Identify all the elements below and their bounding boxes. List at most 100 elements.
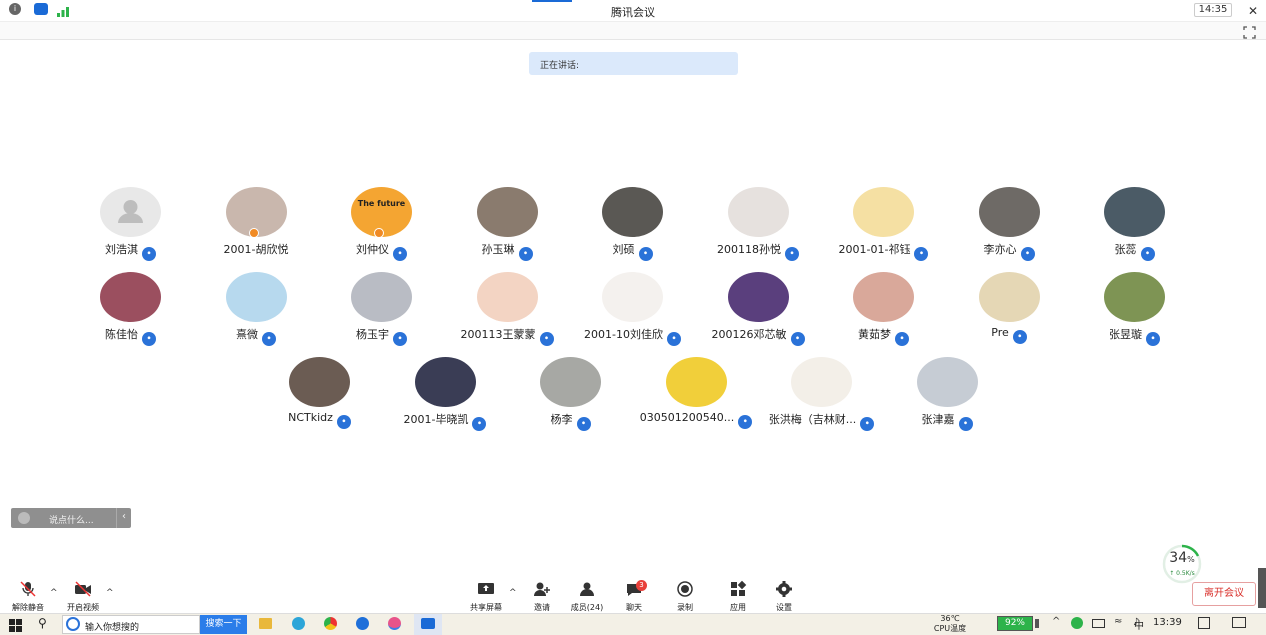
settings-button[interactable]: 设置	[767, 580, 801, 612]
mic-muted-icon: ⚫	[785, 247, 799, 261]
chevron-up-icon[interactable]: ^	[50, 588, 58, 598]
host-badge-icon	[374, 228, 384, 238]
shield-icon[interactable]	[34, 3, 48, 15]
participant-avatar	[476, 272, 538, 322]
participant-tile[interactable]: 200126邓芯敏 ⚫	[698, 272, 818, 352]
participant-avatar	[727, 272, 789, 322]
mic-muted-icon: ⚫	[539, 332, 554, 346]
participant-tile[interactable]: 刘硕 ⚫	[572, 187, 692, 267]
participant-tile[interactable]: 2001-10刘佳欣 ⚫	[572, 272, 692, 352]
mic-muted-icon: ⚫	[393, 247, 407, 261]
participant-tile[interactable]: 刘浩淇 ⚫	[70, 187, 190, 267]
search-submit-button[interactable]: 搜索一下	[200, 615, 247, 634]
participant-avatar	[414, 357, 476, 407]
participant-name: 200126邓芯敏 ⚫	[698, 326, 819, 346]
participant-avatar	[853, 187, 914, 237]
participant-avatar	[602, 272, 663, 322]
mic-muted-icon: ⚫	[1140, 247, 1155, 261]
participant-avatar	[853, 272, 914, 322]
chevron-up-icon[interactable]: ^	[106, 588, 114, 598]
participant-name: 刘仲仪 ⚫	[321, 241, 442, 261]
participant-tile[interactable]: 熹微 ⚫	[196, 272, 316, 352]
participant-tile[interactable]: 030501200540... ⚫	[636, 357, 756, 437]
participant-tile[interactable]: 张洪梅（吉林财... ⚫	[761, 357, 881, 437]
leave-meeting-button[interactable]: 离开会议	[1192, 582, 1256, 606]
edge-icon[interactable]	[292, 617, 305, 630]
notes-icon[interactable]	[1198, 617, 1210, 629]
folder-icon[interactable]	[259, 618, 272, 629]
participant-tile[interactable]: 刘仲仪 ⚫ The future	[321, 187, 441, 267]
chevron-left-icon[interactable]: ‹	[122, 511, 126, 522]
participant-tile[interactable]: 黄茹梦 ⚫	[823, 272, 943, 352]
participant-tile[interactable]: 张津嘉 ⚫	[887, 357, 1007, 437]
record-button[interactable]: 录制	[668, 580, 702, 612]
wifi-icon[interactable]: ≈	[1114, 616, 1122, 627]
search-icon[interactable]: ⚲	[38, 616, 47, 630]
participant-avatar	[225, 272, 287, 322]
participant-tile[interactable]: NCTkidz ⚫	[259, 357, 379, 437]
participant-tile[interactable]: 2001-胡欣悦	[196, 187, 316, 267]
chevron-up-icon[interactable]: ^	[1052, 616, 1060, 627]
participant-tile[interactable]: 陈佳怡 ⚫	[70, 272, 190, 352]
mic-muted-icon: ⚫	[142, 247, 156, 261]
invite-label: 邀请	[534, 603, 550, 612]
app-icon[interactable]	[388, 617, 401, 630]
mic-muted-icon: ⚫	[790, 332, 805, 346]
taskbar-search-box[interactable]: 输入你想搜的	[62, 615, 200, 634]
participant-tile[interactable]: 李亦心 ⚫	[949, 187, 1069, 267]
participant-tile[interactable]: 孙玉琳 ⚫	[447, 187, 567, 267]
participant-avatar	[602, 187, 663, 237]
participant-tile[interactable]: 杨李 ⚫	[510, 357, 630, 437]
chat-divider	[116, 508, 117, 528]
chat-label: 聊天	[626, 603, 642, 612]
shield-tray-icon[interactable]	[1071, 617, 1083, 629]
chat-quick-input[interactable]: 说点什么... ‹	[11, 508, 131, 528]
browser-icon[interactable]	[356, 617, 369, 630]
info-icon[interactable]: i	[9, 3, 21, 15]
participant-name: 熹微 ⚫	[196, 326, 317, 346]
participant-name: 200113王蒙蒙 ⚫	[447, 326, 568, 346]
video-button[interactable]: 开启视频	[63, 580, 103, 612]
mic-muted-icon: ⚫	[958, 417, 973, 431]
notification-icon[interactable]	[1232, 617, 1246, 628]
mic-muted-icon: ⚫	[393, 332, 407, 346]
participant-tile[interactable]: 张昱璇 ⚫	[1074, 272, 1194, 352]
network-percent: 34%	[1169, 550, 1195, 566]
meeting-clock: 14:35	[1194, 3, 1232, 17]
close-icon[interactable]: ✕	[1242, 2, 1264, 20]
chrome-icon[interactable]	[324, 617, 337, 630]
gear-icon	[767, 580, 801, 602]
participant-tile[interactable]: 2001-毕晓凯 ⚫	[385, 357, 505, 437]
participant-avatar	[791, 357, 852, 407]
battery-tray-icon[interactable]	[1092, 619, 1105, 628]
unmute-button[interactable]: 解除静音	[8, 580, 48, 612]
participant-tile[interactable]: 200118孙悦 ⚫	[698, 187, 818, 267]
participant-tile[interactable]: 2001-01-祁钰 ⚫	[823, 187, 943, 267]
fullscreen-icon[interactable]	[1243, 24, 1256, 39]
chevron-up-icon[interactable]: ^	[509, 588, 517, 598]
share-screen-button[interactable]: 共享屏幕	[466, 580, 506, 612]
participant-tile[interactable]: 张蕊 ⚫	[1074, 187, 1194, 267]
tencent-meeting-taskbar-button[interactable]	[414, 614, 442, 635]
participant-tile[interactable]: 杨玉宇 ⚫	[321, 272, 441, 352]
ime-indicator[interactable]: 中	[1134, 617, 1144, 632]
invite-button[interactable]: 邀请	[525, 580, 559, 612]
signal-icon[interactable]	[56, 3, 70, 17]
side-scrollbar[interactable]	[1258, 568, 1266, 608]
participant-tile[interactable]: Pre ⚫	[949, 272, 1069, 352]
mic-muted-icon: ⚫	[1146, 332, 1160, 346]
chat-placeholder: 说点什么...	[49, 516, 94, 526]
settings-label: 设置	[776, 603, 792, 612]
mic-muted-icon: ⚫	[738, 415, 753, 429]
mic-muted-icon: ⚫	[142, 332, 156, 346]
participant-tile[interactable]: 200113王蒙蒙 ⚫	[447, 272, 567, 352]
mic-off-icon	[8, 580, 48, 602]
participant-name: 2001-10刘佳欣 ⚫	[572, 326, 693, 346]
windows-start-icon[interactable]	[9, 617, 22, 632]
members-button[interactable]: 成员(24)	[567, 580, 607, 612]
emoji-icon[interactable]	[18, 512, 30, 524]
apps-button[interactable]: 应用	[721, 580, 755, 612]
title-accent	[532, 0, 572, 2]
search-placeholder: 输入你想搜的	[85, 623, 140, 633]
participant-name: 张昱璇 ⚫	[1074, 326, 1195, 346]
